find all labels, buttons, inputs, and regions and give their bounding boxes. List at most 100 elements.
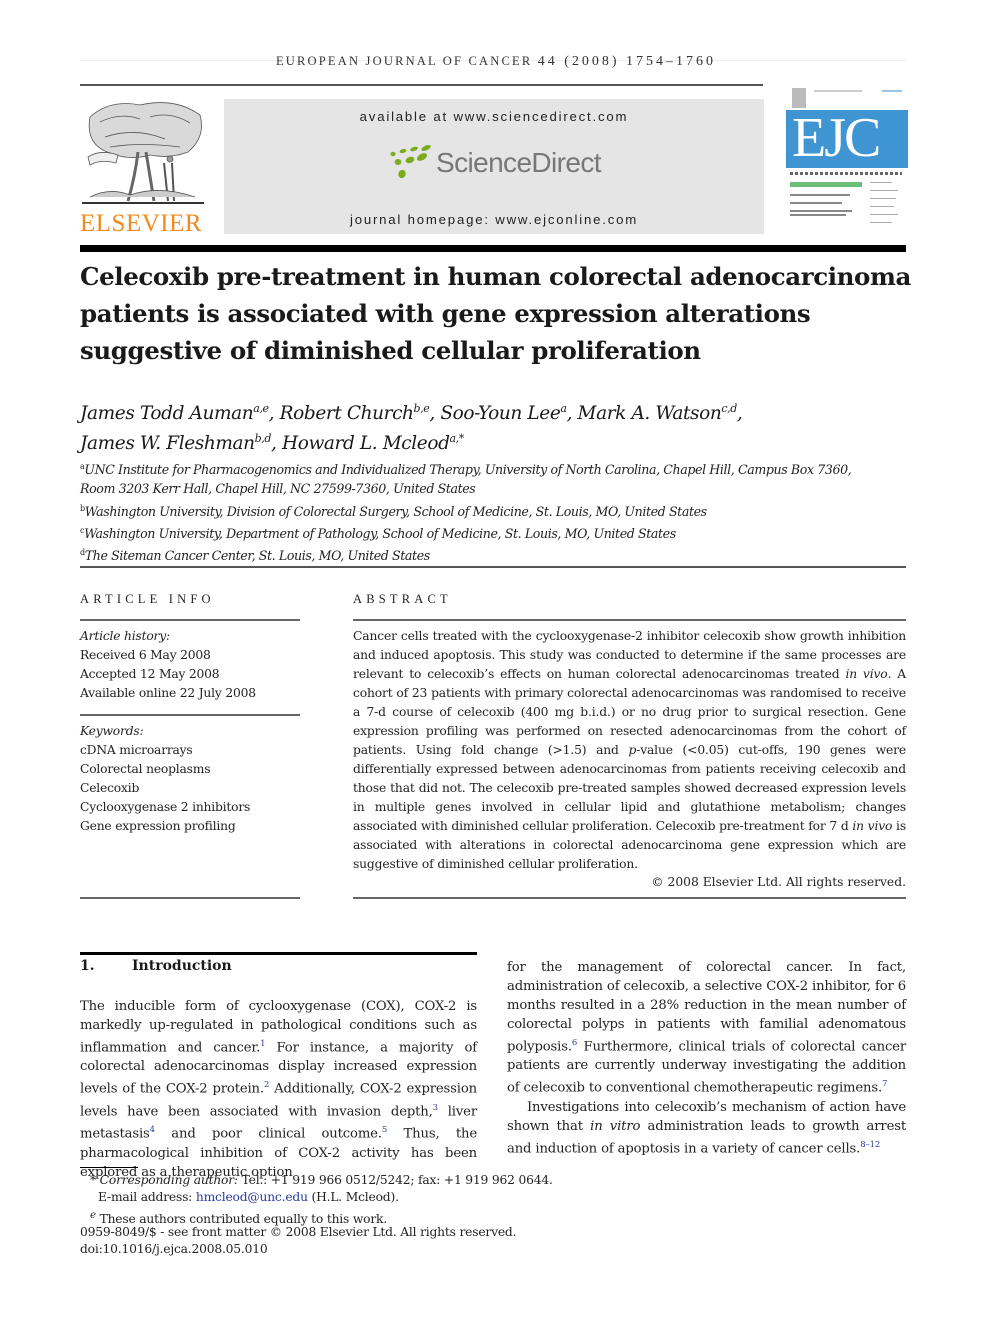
author-name: Robert Church bbox=[279, 403, 414, 425]
footnote-label: Corresponding author: bbox=[99, 1173, 238, 1187]
body-italic: in vitro bbox=[590, 1118, 641, 1134]
author-affil-marks[interactable]: a,e bbox=[253, 402, 269, 415]
footnote-email: E-mail address: hmcleod@unc.edu (H.L. Mc… bbox=[80, 1188, 578, 1207]
affiliation-text: The Siteman Cancer Center, St. Louis, MO… bbox=[84, 548, 430, 564]
sciencedirect-wordmark: ScienceDirect bbox=[436, 147, 602, 178]
affiliation-text: Washington University, Division of Color… bbox=[84, 503, 707, 519]
cover-article-line bbox=[790, 202, 842, 204]
affiliations: aUNC Institute for Pharmacogenomics and … bbox=[80, 457, 920, 566]
elsevier-logo[interactable]: ELSEVIER bbox=[80, 97, 222, 237]
abstract-italic: in vivo bbox=[845, 667, 888, 681]
cover-article-line bbox=[790, 210, 852, 212]
keyword-item: Gene expression profiling bbox=[80, 819, 236, 833]
paragraph: for the management of colorectal cancer.… bbox=[507, 958, 906, 1098]
article-info-rule bbox=[80, 714, 300, 716]
footnote-text: (H.L. Mcleod). bbox=[307, 1190, 399, 1204]
keywords-label: Keywords: bbox=[80, 724, 144, 738]
author-name: Soo-Youn Lee bbox=[440, 403, 561, 425]
article-info-label: ARTICLE INFO bbox=[80, 592, 215, 606]
article-info-rule bbox=[80, 619, 300, 621]
cover-contents-line bbox=[870, 182, 892, 183]
author-name: Mark A. Watson bbox=[577, 403, 722, 425]
footnote-label: E-mail address: bbox=[98, 1190, 196, 1204]
author-affil-marks[interactable]: a bbox=[560, 402, 567, 415]
elsevier-wordmark: ELSEVIER bbox=[80, 210, 203, 237]
sciencedirect-logo[interactable]: ScienceDirect bbox=[389, 143, 609, 183]
journal-citation: 44 (2008) 1754–1760 bbox=[537, 54, 717, 69]
cover-contents-line bbox=[870, 222, 892, 223]
cover-volume-line bbox=[814, 90, 862, 92]
cover-masthead: EJC bbox=[786, 107, 908, 169]
author-affil-marks[interactable]: b,d bbox=[255, 432, 272, 445]
history-label: Article history: bbox=[80, 629, 170, 643]
cover-article-line bbox=[790, 214, 846, 216]
cover-article-line bbox=[790, 194, 850, 196]
section-heading: 1. Introduction bbox=[80, 958, 232, 974]
keyword-item: Celecoxib bbox=[80, 781, 140, 795]
footnote-mark: * bbox=[90, 1173, 96, 1187]
journal-homepage-link[interactable]: journal homepage: www.ejconline.com bbox=[224, 212, 764, 227]
header-rule bbox=[80, 84, 763, 86]
title-line: patients is associated with gene express… bbox=[80, 299, 811, 328]
intro-rule bbox=[80, 952, 477, 955]
history-item: Accepted 12 May 2008 bbox=[80, 667, 220, 681]
article-title: Celecoxib pre-treatment in human colorec… bbox=[80, 258, 920, 369]
affiliation-item: Room 3203 Kerr Hall, Chapel Hill, NC 275… bbox=[80, 479, 920, 498]
abstract-label: ABSTRACT bbox=[353, 592, 452, 606]
citation-link[interactable]: 8–12 bbox=[860, 1140, 880, 1150]
cover-section-bar bbox=[790, 182, 862, 187]
history-item: Received 6 May 2008 bbox=[80, 648, 211, 662]
available-at-link[interactable]: available at www.sciencedirect.com bbox=[224, 109, 764, 124]
doi[interactable]: doi:10.1016/j.ejca.2008.05.010 bbox=[80, 1240, 560, 1259]
citation-link[interactable]: 7 bbox=[882, 1079, 887, 1089]
affiliation-item: aUNC Institute for Pharmacogenomics and … bbox=[80, 457, 920, 479]
title-line: Celecoxib pre-treatment in human colorec… bbox=[80, 262, 911, 291]
cover-contents-line bbox=[870, 206, 894, 207]
abstract-span: Cancer cells treated with the cyclooxyge… bbox=[353, 629, 906, 681]
affiliation-item: dThe Siteman Cancer Center, St. Louis, M… bbox=[80, 543, 920, 565]
abstract-text: Cancer cells treated with the cyclooxyge… bbox=[353, 627, 906, 874]
abstract-rule bbox=[353, 897, 906, 899]
intro-left-column: The inducible form of cyclooxygenase (CO… bbox=[80, 997, 477, 1182]
abstract-copyright: © 2008 Elsevier Ltd. All rights reserved… bbox=[651, 875, 906, 889]
author-list: James Todd Aumana,e, Robert Churchb,e, S… bbox=[80, 402, 743, 455]
affiliation-text: UNC Institute for Pharmacogenomics and I… bbox=[84, 462, 852, 478]
author-affil-marks[interactable]: b,e bbox=[414, 402, 430, 415]
affiliation-text: Washington University, Department of Pat… bbox=[84, 526, 676, 542]
cover-subtitle bbox=[790, 172, 902, 175]
cover-title: EJC bbox=[792, 107, 881, 169]
running-header: EUROPEAN JOURNAL OF CANCER 44 (2008) 175… bbox=[0, 54, 992, 70]
section-title: Introduction bbox=[132, 958, 232, 974]
journal-name: EUROPEAN JOURNAL OF CANCER bbox=[275, 54, 533, 68]
keyword-item: Cyclooxygenase 2 inhibitors bbox=[80, 800, 251, 814]
elsevier-tree-icon bbox=[82, 102, 204, 204]
footnote-text: Tel.: +1 919 966 0512/5242; fax: +1 919 … bbox=[237, 1173, 553, 1187]
journal-cover-thumbnail[interactable]: EJC bbox=[786, 86, 908, 238]
article-info-rule bbox=[80, 897, 300, 899]
cover-contents-line bbox=[870, 214, 898, 215]
abstract-italic: in vivo bbox=[852, 819, 893, 833]
email-link[interactable]: hmcleod@unc.edu bbox=[196, 1190, 308, 1204]
affiliation-text: Room 3203 Kerr Hall, Chapel Hill, NC 275… bbox=[80, 481, 476, 497]
author-affil-marks[interactable]: a,* bbox=[450, 432, 465, 445]
cover-url-line bbox=[882, 90, 902, 92]
history-item: Available online 22 July 2008 bbox=[80, 686, 256, 700]
cover-contents-line bbox=[870, 198, 896, 199]
author-name: James Todd Auman bbox=[80, 403, 254, 425]
cover-publisher-badge bbox=[792, 88, 806, 108]
intro-right-column: for the management of colorectal cancer.… bbox=[507, 958, 906, 1158]
cover-contents-line bbox=[870, 190, 898, 191]
sciencedirect-banner: available at www.sciencedirect.com Scien… bbox=[224, 99, 764, 234]
author-affil-marks[interactable]: c,d bbox=[721, 402, 737, 415]
sciencedirect-dots-icon bbox=[390, 145, 431, 179]
body-text: and poor clinical outcome. bbox=[154, 1126, 382, 1142]
affiliation-item: cWashington University, Department of Pa… bbox=[80, 521, 920, 543]
keyword-item: cDNA microarrays bbox=[80, 743, 193, 757]
affiliation-item: bWashington University, Division of Colo… bbox=[80, 499, 920, 521]
title-line: suggestive of diminished cellular prolif… bbox=[80, 336, 701, 365]
keyword-item: Colorectal neoplasms bbox=[80, 762, 211, 776]
section-number: 1. bbox=[80, 958, 95, 974]
article-history: Article history: Received 6 May 2008 Acc… bbox=[80, 627, 310, 703]
section-divider bbox=[80, 566, 906, 568]
author-name: James W. Fleshman bbox=[80, 433, 255, 455]
